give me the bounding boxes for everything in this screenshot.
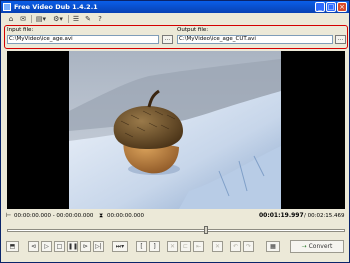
toolbar: ⌂ ✉ ▤▾ ⚙▾ ☰ ✎ ? xyxy=(4,14,346,25)
goto-start-icon[interactable]: ⇤ xyxy=(193,241,204,252)
mark-end-icon[interactable]: ] xyxy=(149,241,160,252)
crop-icon[interactable]: ⊏ xyxy=(180,241,191,252)
toolbar-separator xyxy=(31,15,32,23)
mark-start-icon[interactable]: [ xyxy=(136,241,147,252)
delete-icon[interactable]: ✕ xyxy=(167,241,178,252)
video-dropdown-icon[interactable]: ▤▾ xyxy=(34,14,48,24)
browse-input-button[interactable]: ... xyxy=(162,35,173,44)
timeline-track xyxy=(7,229,345,232)
next-keyframe-icon[interactable]: ▷| xyxy=(93,241,104,252)
pause-icon[interactable]: ❚❚ xyxy=(67,241,78,252)
title-bar[interactable]: Free Video Dub 1.4.2.1 _ □ × xyxy=(1,1,349,13)
cut-time: 00:00:00.000 xyxy=(107,213,144,219)
total-time: / 00:02:15.469 xyxy=(304,213,345,219)
browse-output-button[interactable]: ... xyxy=(335,35,346,44)
timeline-thumb[interactable] xyxy=(204,226,208,234)
input-file-field[interactable]: C:\MyVideo\ice_age.avi xyxy=(7,35,159,44)
maximize-button[interactable]: □ xyxy=(326,2,336,12)
output-file-field[interactable]: C:\MyVideo\ice_age_CUT.avi xyxy=(177,35,333,44)
toolbar-separator xyxy=(68,15,69,23)
hourglass-icon: ⧗ xyxy=(99,212,104,219)
playback-controls: ⬒ ⊲ ▷ □ ❚❚ ⊳ ▷| ⏭▾ [ ] ✕ ⊏ ⇤ ✕ ↶ ↷ ▦ ⇢ C… xyxy=(4,237,348,257)
input-file-label: Input file: xyxy=(7,27,34,33)
frame-forward-icon[interactable]: ⊳ xyxy=(80,241,91,252)
convert-label: Convert xyxy=(308,243,333,250)
clear-icon[interactable]: ✕ xyxy=(212,241,223,252)
close-button[interactable]: × xyxy=(337,2,347,12)
file-paths-panel: Input file: C:\MyVideo\ice_age.avi ... O… xyxy=(4,25,348,49)
skip-dropdown-icon[interactable]: ⏭▾ xyxy=(112,241,128,252)
selection-range: 00:00:00.000 - 00:00:00.000 xyxy=(14,213,94,219)
list-icon[interactable]: ☰ xyxy=(71,14,81,24)
timeline-slider[interactable] xyxy=(7,226,345,234)
window-title: Free Video Dub 1.4.2.1 xyxy=(14,3,98,11)
app-icon xyxy=(3,3,11,11)
status-bar: ⊢ 00:00:00.000 - 00:00:00.000 ⧗ 00:00:00… xyxy=(4,211,348,221)
play-icon[interactable]: ▷ xyxy=(41,241,52,252)
mail-icon[interactable]: ✉ xyxy=(18,14,28,24)
app-window: Free Video Dub 1.4.2.1 _ □ × ⌂ ✉ ▤▾ ⚙▾ ☰… xyxy=(0,0,350,263)
undo-icon[interactable]: ↶ xyxy=(230,241,241,252)
edit-icon[interactable]: ✎ xyxy=(83,14,93,24)
film-icon[interactable]: ▦ xyxy=(266,241,280,252)
current-time: 00:01:19.997 xyxy=(259,212,304,219)
output-file-label: Output file: xyxy=(177,27,209,33)
snapshot-icon[interactable]: ⬒ xyxy=(6,241,19,252)
stop-icon[interactable]: □ xyxy=(54,241,65,252)
minimize-button[interactable]: _ xyxy=(315,2,325,12)
redo-icon[interactable]: ↷ xyxy=(243,241,254,252)
frame-back-icon[interactable]: ⊲ xyxy=(28,241,39,252)
home-icon[interactable]: ⌂ xyxy=(6,14,16,24)
video-preview[interactable] xyxy=(7,51,345,209)
convert-button[interactable]: ⇢ Convert xyxy=(290,240,344,253)
convert-icon: ⇢ xyxy=(301,243,307,250)
help-icon[interactable]: ? xyxy=(95,14,105,24)
selection-icon: ⊢ xyxy=(6,212,12,219)
settings-dropdown-icon[interactable]: ⚙▾ xyxy=(51,14,65,24)
video-frame xyxy=(69,51,281,209)
